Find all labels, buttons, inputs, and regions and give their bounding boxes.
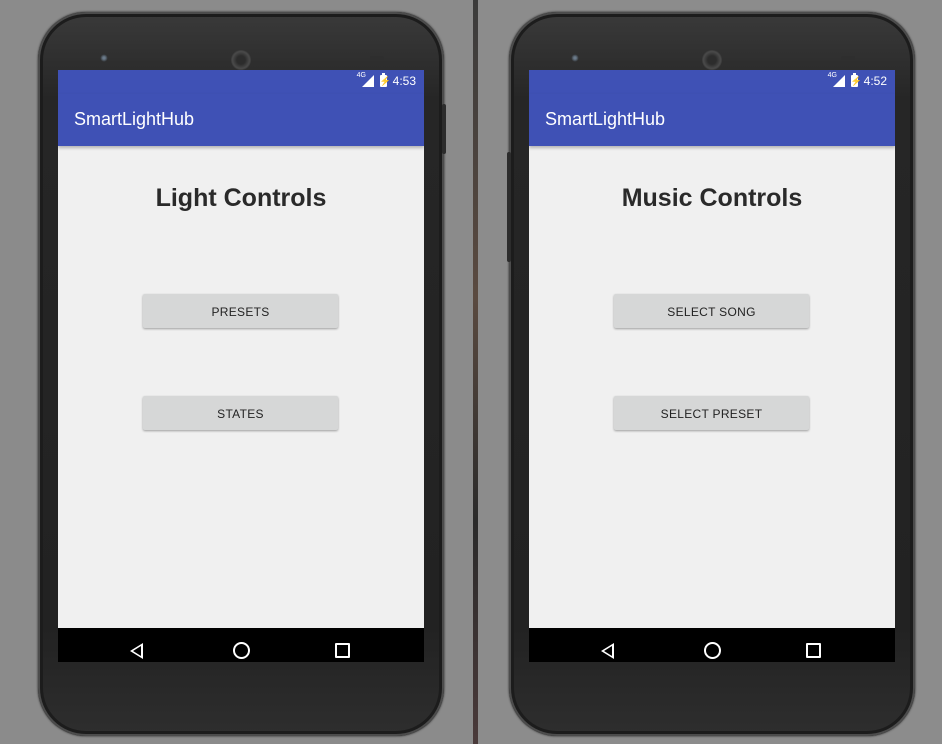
battery-icon	[379, 73, 391, 87]
navigation-bar	[58, 628, 424, 662]
status-time: 4:53	[392, 74, 416, 88]
recents-icon[interactable]	[335, 643, 350, 658]
front-camera	[100, 54, 108, 62]
back-icon[interactable]	[130, 643, 143, 659]
page-title: Music Controls	[621, 184, 803, 212]
status-bar: 4G 4:52	[529, 70, 895, 94]
recents-icon[interactable]	[806, 643, 821, 658]
power-button	[442, 104, 446, 154]
app-bar: SmartLightHub	[58, 94, 424, 146]
phone-device: 4G 4:52 SmartLightHub Music Controls SEL…	[507, 12, 915, 736]
status-bar: 4G 4:53	[58, 70, 424, 94]
earpiece-speaker	[702, 50, 722, 70]
signal-icon: 4G	[357, 72, 374, 87]
volume-button	[507, 152, 511, 262]
app-title: SmartLightHub	[545, 109, 666, 129]
navigation-bar	[529, 628, 895, 662]
left-screenshot-panel: 4G 4:53 SmartLightHub Light Controls PRE…	[0, 0, 473, 744]
proximity-sensor	[841, 56, 855, 60]
presets-button[interactable]: PRESETS	[143, 294, 338, 328]
home-icon[interactable]	[704, 642, 721, 659]
phone-screen: 4G 4:53 SmartLightHub Light Controls PRE…	[58, 70, 424, 662]
states-button[interactable]: STATES	[143, 396, 338, 430]
app-bar: SmartLightHub	[529, 94, 895, 146]
page-title: Light Controls	[155, 184, 327, 212]
home-icon[interactable]	[233, 642, 250, 659]
phone-device: 4G 4:53 SmartLightHub Light Controls PRE…	[38, 12, 446, 736]
signal-icon: 4G	[828, 72, 845, 87]
phone-screen: 4G 4:52 SmartLightHub Music Controls SEL…	[529, 70, 895, 662]
front-camera	[571, 54, 579, 62]
right-screenshot-panel: 4G 4:52 SmartLightHub Music Controls SEL…	[478, 0, 942, 744]
select-preset-button[interactable]: SELECT PRESET	[614, 396, 809, 430]
proximity-sensor	[370, 56, 384, 60]
select-song-button[interactable]: SELECT SONG	[614, 294, 809, 328]
app-title: SmartLightHub	[74, 109, 195, 129]
battery-icon	[850, 73, 862, 87]
status-time: 4:52	[863, 74, 887, 88]
back-icon[interactable]	[601, 643, 614, 659]
earpiece-speaker	[231, 50, 251, 70]
